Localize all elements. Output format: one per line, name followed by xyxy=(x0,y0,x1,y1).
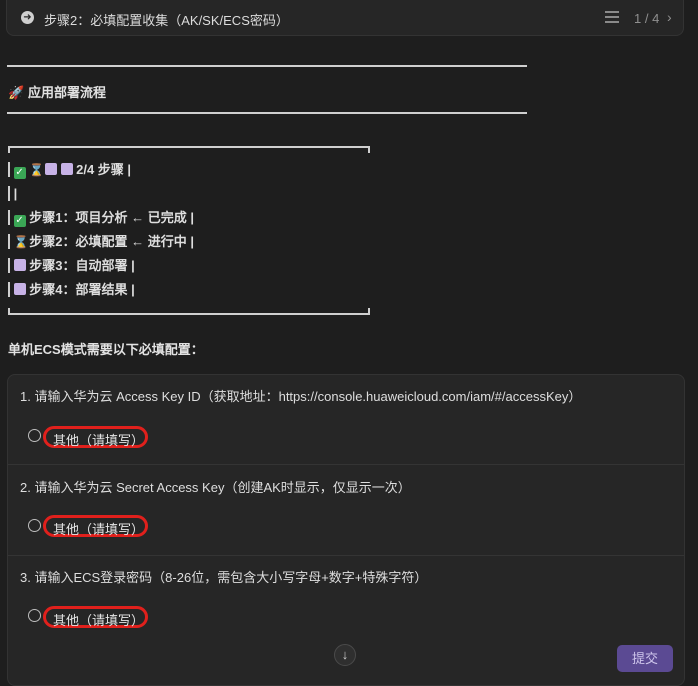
rocket-icon: 🚀 xyxy=(8,85,25,100)
divider xyxy=(7,65,527,67)
option-other-label[interactable]: 其他（请填写） xyxy=(53,430,144,449)
section-title-text: 应用部署流程 xyxy=(28,85,107,100)
progress-step-text: 步骤4：部署结果 | xyxy=(29,282,135,297)
box-bar xyxy=(8,162,10,177)
progress-step-text: 步骤3：自动部署 | xyxy=(29,258,135,273)
radio-other-2[interactable] xyxy=(28,519,41,532)
step-title: 步骤2：必填配置收集（AK/SK/ECS密码） xyxy=(44,13,289,28)
question-3: 3. 请输入ECS登录密码（8-26位，需包含大小写字母+数字+特殊字符） xyxy=(20,570,428,585)
step-counter: 1 / 4 xyxy=(634,11,660,26)
progress-step-3: 步骤3：自动部署 | xyxy=(8,257,135,275)
box-bar xyxy=(8,234,10,249)
progress-box-bottom xyxy=(8,308,370,315)
submit-button[interactable]: 提交 xyxy=(617,645,673,672)
question-1: 1. 请输入华为云 Access Key ID（获取地址：https://con… xyxy=(20,389,582,404)
progress-step-text: 步骤1：项目分析 ← 已完成 | xyxy=(29,210,194,225)
progress-box-top xyxy=(8,146,370,153)
box-bar xyxy=(8,258,10,273)
progress-empty-line: | xyxy=(8,185,17,203)
progress-step-1: ✓ 步骤1：项目分析 ← 已完成 | xyxy=(8,209,194,227)
divider xyxy=(8,555,684,556)
progress-summary-text: 2/4 步骤 | xyxy=(76,162,132,177)
pending-square-icon xyxy=(13,259,26,271)
pending-square-icon xyxy=(44,163,57,175)
option-other-label[interactable]: 其他（请填写） xyxy=(53,610,144,629)
question-2: 2. 请输入华为云 Secret Access Key（创建AK时显示，仅显示一… xyxy=(20,480,411,495)
box-bar xyxy=(8,186,10,201)
arrow-right-circle-icon: ➜ xyxy=(21,11,34,24)
chevron-right-icon[interactable]: › xyxy=(667,9,672,25)
list-icon[interactable] xyxy=(605,11,619,24)
progress-empty-bar: | xyxy=(13,186,18,201)
check-icon: ✓ xyxy=(13,167,26,179)
scroll-down-button[interactable]: ↓ xyxy=(334,644,356,666)
section-title: 🚀 应用部署流程 xyxy=(8,82,106,101)
pending-square-icon xyxy=(13,283,26,295)
radio-other-3[interactable] xyxy=(28,609,41,622)
step-header[interactable]: ➜ 步骤2：必填配置收集（AK/SK/ECS密码） 1 / 4 › xyxy=(6,0,684,36)
progress-summary: ✓ ⌛ 2/4 步骤 | xyxy=(8,161,131,179)
divider xyxy=(7,112,527,114)
requirement-text: 单机ECS模式需要以下必填配置： xyxy=(8,342,204,357)
arrow-down-icon: ↓ xyxy=(341,647,349,662)
progress-step-2: ⌛ 步骤2：必填配置 ← 进行中 | xyxy=(8,233,194,251)
check-icon: ✓ xyxy=(13,215,26,227)
option-other-label[interactable]: 其他（请填写） xyxy=(53,519,144,538)
progress-step-text: 步骤2：必填配置 ← 进行中 | xyxy=(29,234,194,249)
box-bar xyxy=(8,282,10,297)
hourglass-icon: ⌛ xyxy=(29,163,45,177)
divider xyxy=(8,464,684,465)
hourglass-icon: ⌛ xyxy=(13,235,29,249)
box-bar xyxy=(8,210,10,225)
pending-square-icon xyxy=(60,163,73,175)
progress-step-4: 步骤4：部署结果 | xyxy=(8,281,135,299)
radio-other-1[interactable] xyxy=(28,429,41,442)
